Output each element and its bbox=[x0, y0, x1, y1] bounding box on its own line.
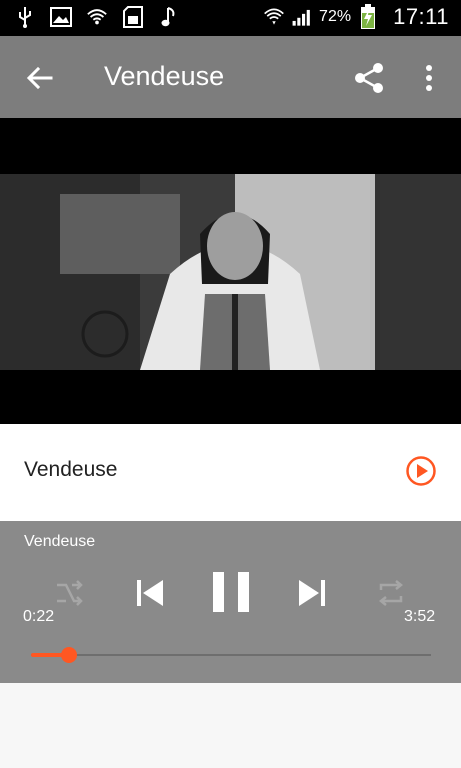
play-circle-icon[interactable] bbox=[405, 455, 437, 492]
elapsed-time: 0:22 bbox=[23, 608, 55, 625]
usb-icon bbox=[14, 6, 36, 28]
music-note-icon bbox=[158, 6, 180, 28]
battery-percent: 72% bbox=[319, 8, 352, 25]
more-vert-icon[interactable] bbox=[418, 62, 440, 94]
mini-player: Vendeuse 0:22 3:52 bbox=[0, 521, 461, 683]
sd-card-icon bbox=[122, 6, 144, 28]
total-duration: 3:52 bbox=[404, 608, 436, 625]
signal-icon bbox=[291, 6, 313, 28]
battery-charging-icon bbox=[357, 4, 379, 29]
video-player[interactable] bbox=[0, 118, 461, 424]
seek-track[interactable] bbox=[31, 654, 431, 656]
seek-thumb[interactable] bbox=[61, 647, 77, 663]
wifi-icon bbox=[263, 6, 285, 28]
share-icon[interactable] bbox=[352, 61, 386, 95]
previous-icon[interactable] bbox=[134, 577, 166, 614]
player-title: Vendeuse bbox=[24, 533, 96, 550]
song-title: Vendeuse bbox=[24, 458, 118, 481]
repeat-icon[interactable] bbox=[376, 579, 406, 612]
clock: 17:11 bbox=[393, 4, 449, 29]
page-title: Vendeuse bbox=[104, 61, 225, 91]
bottom-area bbox=[0, 683, 461, 768]
gallery-icon bbox=[50, 6, 72, 28]
song-list-item[interactable]: Vendeuse bbox=[0, 424, 461, 521]
pause-icon[interactable] bbox=[212, 571, 250, 618]
wifi-question-icon bbox=[86, 6, 108, 28]
video-frame bbox=[0, 174, 461, 370]
next-icon[interactable] bbox=[296, 577, 328, 614]
app-bar: Vendeuse bbox=[0, 36, 461, 118]
back-arrow-icon[interactable] bbox=[24, 62, 56, 94]
shuffle-icon[interactable] bbox=[54, 578, 84, 613]
status-bar: 72% 17:11 bbox=[0, 0, 461, 36]
